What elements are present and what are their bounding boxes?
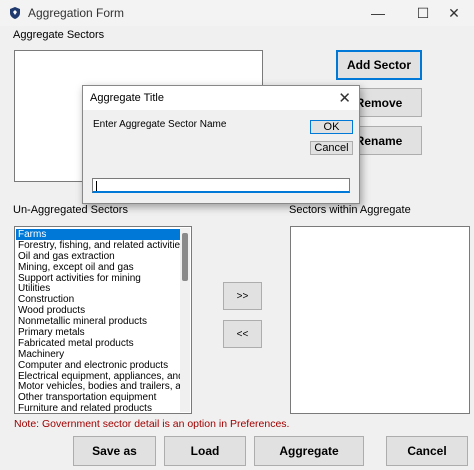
list-item[interactable]: Machinery — [16, 349, 180, 360]
title-bar: Aggregation Form — ☐ ✕ — [0, 0, 474, 26]
list-item[interactable]: Primary metals — [16, 327, 180, 338]
list-item[interactable]: Electrical equipment, appliances, and — [16, 371, 180, 382]
dialog-prompt: Enter Aggregate Sector Name — [93, 119, 227, 130]
list-item[interactable]: Oil and gas extraction — [16, 251, 180, 262]
close-icon[interactable]: ✕ — [434, 2, 474, 24]
dialog-cancel-button[interactable]: Cancel — [310, 141, 353, 155]
list-item[interactable]: Support activities for mining — [16, 273, 180, 284]
unaggregated-items-container: Farms Forestry, fishing, and related acti… — [16, 229, 180, 414]
list-item[interactable]: Nonmetallic mineral products — [16, 316, 180, 327]
unaggregated-sectors-list[interactable]: Farms Forestry, fishing, and related acti… — [14, 226, 192, 414]
add-sector-button[interactable]: Add Sector — [336, 50, 422, 80]
minimize-icon[interactable]: — — [358, 2, 398, 24]
list-item[interactable]: Mining, except oil and gas — [16, 262, 180, 273]
cancel-button[interactable]: Cancel — [386, 436, 468, 466]
dialog-title: Aggregate Title — [90, 92, 164, 104]
list-item[interactable]: Forestry, fishing, and related activitie… — [16, 240, 180, 251]
aggregation-form-window: Aggregation Form — ☐ ✕ Aggregate Sectors… — [0, 0, 474, 470]
list-item[interactable]: Motor vehicles, bodies and trailers, ar — [16, 381, 180, 393]
unaggregated-sectors-label: Un-Aggregated Sectors — [13, 204, 128, 216]
list-item[interactable]: Farms — [16, 229, 180, 240]
aggregate-button[interactable]: Aggregate — [254, 436, 364, 466]
window-title: Aggregation Form — [28, 6, 125, 20]
list-item[interactable]: Fabricated metal products — [16, 338, 180, 349]
list-item[interactable]: Wood products — [16, 305, 180, 316]
sectors-within-aggregate-label: Sectors within Aggregate — [289, 204, 411, 216]
sectors-within-aggregate-list[interactable] — [290, 226, 470, 414]
scrollbar-thumb[interactable] — [182, 233, 188, 281]
aggregate-name-input[interactable] — [92, 178, 350, 193]
move-right-button[interactable]: >> — [223, 282, 262, 310]
aggregate-title-dialog: Aggregate Title ✕ Enter Aggregate Sector… — [82, 85, 360, 204]
app-shield-icon — [10, 7, 20, 19]
load-button[interactable]: Load — [164, 436, 246, 466]
list-item[interactable]: Utilities — [16, 283, 180, 295]
dialog-title-bar: Aggregate Title ✕ — [83, 86, 359, 110]
list-item[interactable]: Furniture and related products — [16, 403, 180, 414]
dialog-close-icon[interactable]: ✕ — [338, 89, 351, 107]
list-scrollbar[interactable] — [180, 228, 190, 412]
government-note: Note: Government sector detail is an opt… — [14, 418, 290, 430]
aggregate-sectors-label: Aggregate Sectors — [13, 29, 105, 41]
list-item[interactable]: Construction — [16, 294, 180, 305]
dialog-ok-button[interactable]: OK — [310, 120, 353, 134]
list-item[interactable]: Computer and electronic products — [16, 360, 180, 371]
list-item[interactable]: Other transportation equipment — [16, 392, 180, 403]
text-caret — [96, 181, 97, 191]
save-as-button[interactable]: Save as — [73, 436, 156, 466]
move-left-button[interactable]: << — [223, 320, 262, 348]
